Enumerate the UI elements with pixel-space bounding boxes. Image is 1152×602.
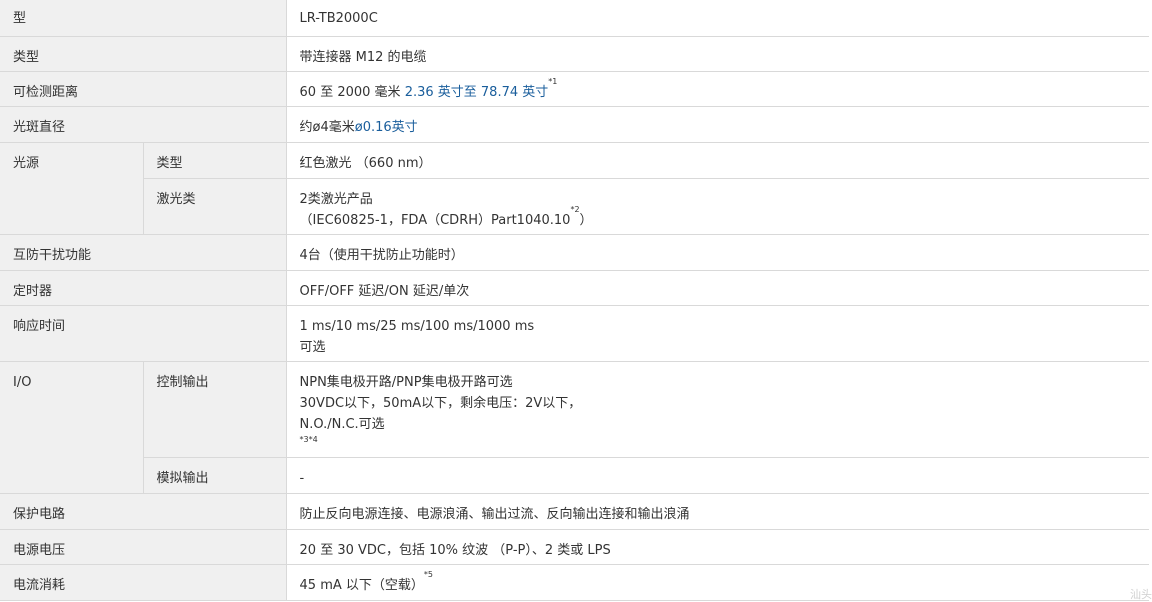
value-timer: OFF/OFF 延迟/ON 延迟/单次 <box>285 270 1150 306</box>
value-protection: 防止反向电源连接、电源浪涌、输出过流、反向输出连接和输出浪涌 <box>285 493 1150 530</box>
row-timer: 定时器 OFF/OFF 延迟/ON 延迟/单次 <box>0 270 1150 306</box>
row-protection: 保护电路 防止反向电源连接、电源浪涌、输出过流、反向输出连接和输出浪涌 <box>0 493 1150 530</box>
current-text: 45 mA 以下（空载） <box>299 577 424 593</box>
distance-imperial: 2.36 英寸至 78.74 英寸 <box>404 84 549 100</box>
row-spot: 光斑直径 约ø4毫米ø0.16英寸 <box>0 106 1150 143</box>
label-spot: 光斑直径 <box>0 106 287 143</box>
spot-metric: 约ø4毫米 <box>299 119 355 135</box>
laser-class-close: ） <box>579 212 593 228</box>
label-timer: 定时器 <box>0 270 287 306</box>
value-control-output: NPN集电极开路/PNP集电极开路可选 30VDC以下，50mA以下，剩余电压：2… <box>285 361 1150 458</box>
value-distance: 60 至 2000 毫米 2.36 英寸至 78.74 英寸*1 <box>285 71 1150 107</box>
row-type: 类型 带连接器 M12 的电缆 <box>0 36 1150 72</box>
label-io: I/O <box>0 361 143 494</box>
label-light-type: 类型 <box>142 142 287 179</box>
label-analog-output: 模拟输出 <box>142 457 287 494</box>
row-distance: 可检测距离 60 至 2000 毫米 2.36 英寸至 78.74 英寸*1 <box>0 71 1150 107</box>
response-line2: 可选 <box>299 339 326 355</box>
value-light-type: 红色激光 （660 nm） <box>285 142 1150 179</box>
label-model: 型 <box>0 0 287 37</box>
note-5: *5 <box>423 569 433 579</box>
label-voltage: 电源电压 <box>0 529 287 565</box>
laser-class-line1: 2类激光产品 <box>299 191 373 207</box>
label-light-source: 光源 <box>0 142 143 235</box>
note-2: *2 <box>570 204 580 214</box>
label-control-output: 控制输出 <box>142 361 287 458</box>
value-response: 1 ms/10 ms/25 ms/100 ms/1000 ms 可选 <box>285 305 1150 362</box>
control-line2: 30VDC以下，50mA以下，剩余电压：2V以下， <box>299 395 582 411</box>
row-voltage: 电源电压 20 至 30 VDC，包括 10% 纹波 （P-P）、2 类或 LP… <box>0 529 1150 565</box>
control-line1: NPN集电极开路/PNP集电极开路可选 <box>299 374 513 390</box>
value-laser-class: 2类激光产品 （IEC60825-1，FDA（CDRH）Part1040.10*2… <box>285 178 1150 235</box>
response-line1: 1 ms/10 ms/25 ms/100 ms/1000 ms <box>299 318 535 334</box>
row-current: 电流消耗 45 mA 以下（空载）*5 <box>0 564 1150 601</box>
spec-table: 型 LR-TB2000C 类型 带连接器 M12 的电缆 可检测距离 60 至 … <box>0 0 1150 601</box>
row-light-type: 光源 类型 红色激光 （660 nm） <box>0 142 1150 235</box>
watermark: 汕头 <box>1130 588 1152 601</box>
label-distance: 可检测距离 <box>0 71 287 107</box>
value-interference: 4台（使用干扰防止功能时） <box>285 234 1150 271</box>
row-model: 型 LR-TB2000C <box>0 0 1150 37</box>
label-laser-class: 激光类 <box>142 178 287 235</box>
label-interference: 互防干扰功能 <box>0 234 287 271</box>
note-1: *1 <box>548 76 558 86</box>
value-model: LR-TB2000C <box>285 0 1150 37</box>
distance-metric: 60 至 2000 毫米 <box>299 84 401 100</box>
row-io-analog: 模拟输出 - <box>0 457 1150 494</box>
label-response: 响应时间 <box>0 305 287 362</box>
row-response: 响应时间 1 ms/10 ms/25 ms/100 ms/1000 ms 可选 <box>0 305 1150 362</box>
spot-imperial: ø0.16英寸 <box>354 119 418 135</box>
row-laser-class: 激光类 2类激光产品 （IEC60825-1，FDA（CDRH）Part1040.… <box>0 178 1150 235</box>
value-spot: 约ø4毫米ø0.16英寸 <box>285 106 1150 143</box>
row-interference: 互防干扰功能 4台（使用干扰防止功能时） <box>0 234 1150 271</box>
label-protection: 保护电路 <box>0 493 287 530</box>
value-current: 45 mA 以下（空载）*5 <box>285 564 1150 601</box>
label-current: 电流消耗 <box>0 564 287 601</box>
label-type: 类型 <box>0 36 287 72</box>
control-line3: N.O./N.C.可选 <box>299 416 385 432</box>
value-voltage: 20 至 30 VDC，包括 10% 纹波 （P-P）、2 类或 LPS <box>285 529 1150 565</box>
row-io-control: I/O 控制输出 NPN集电极开路/PNP集电极开路可选 30VDC以下，50mA… <box>0 361 1150 494</box>
value-type: 带连接器 M12 的电缆 <box>285 36 1150 72</box>
value-analog-output: - <box>285 457 1150 494</box>
note-3-4: *3*4 <box>299 434 318 444</box>
laser-class-line2: （IEC60825-1，FDA（CDRH）Part1040.10 <box>299 212 571 228</box>
